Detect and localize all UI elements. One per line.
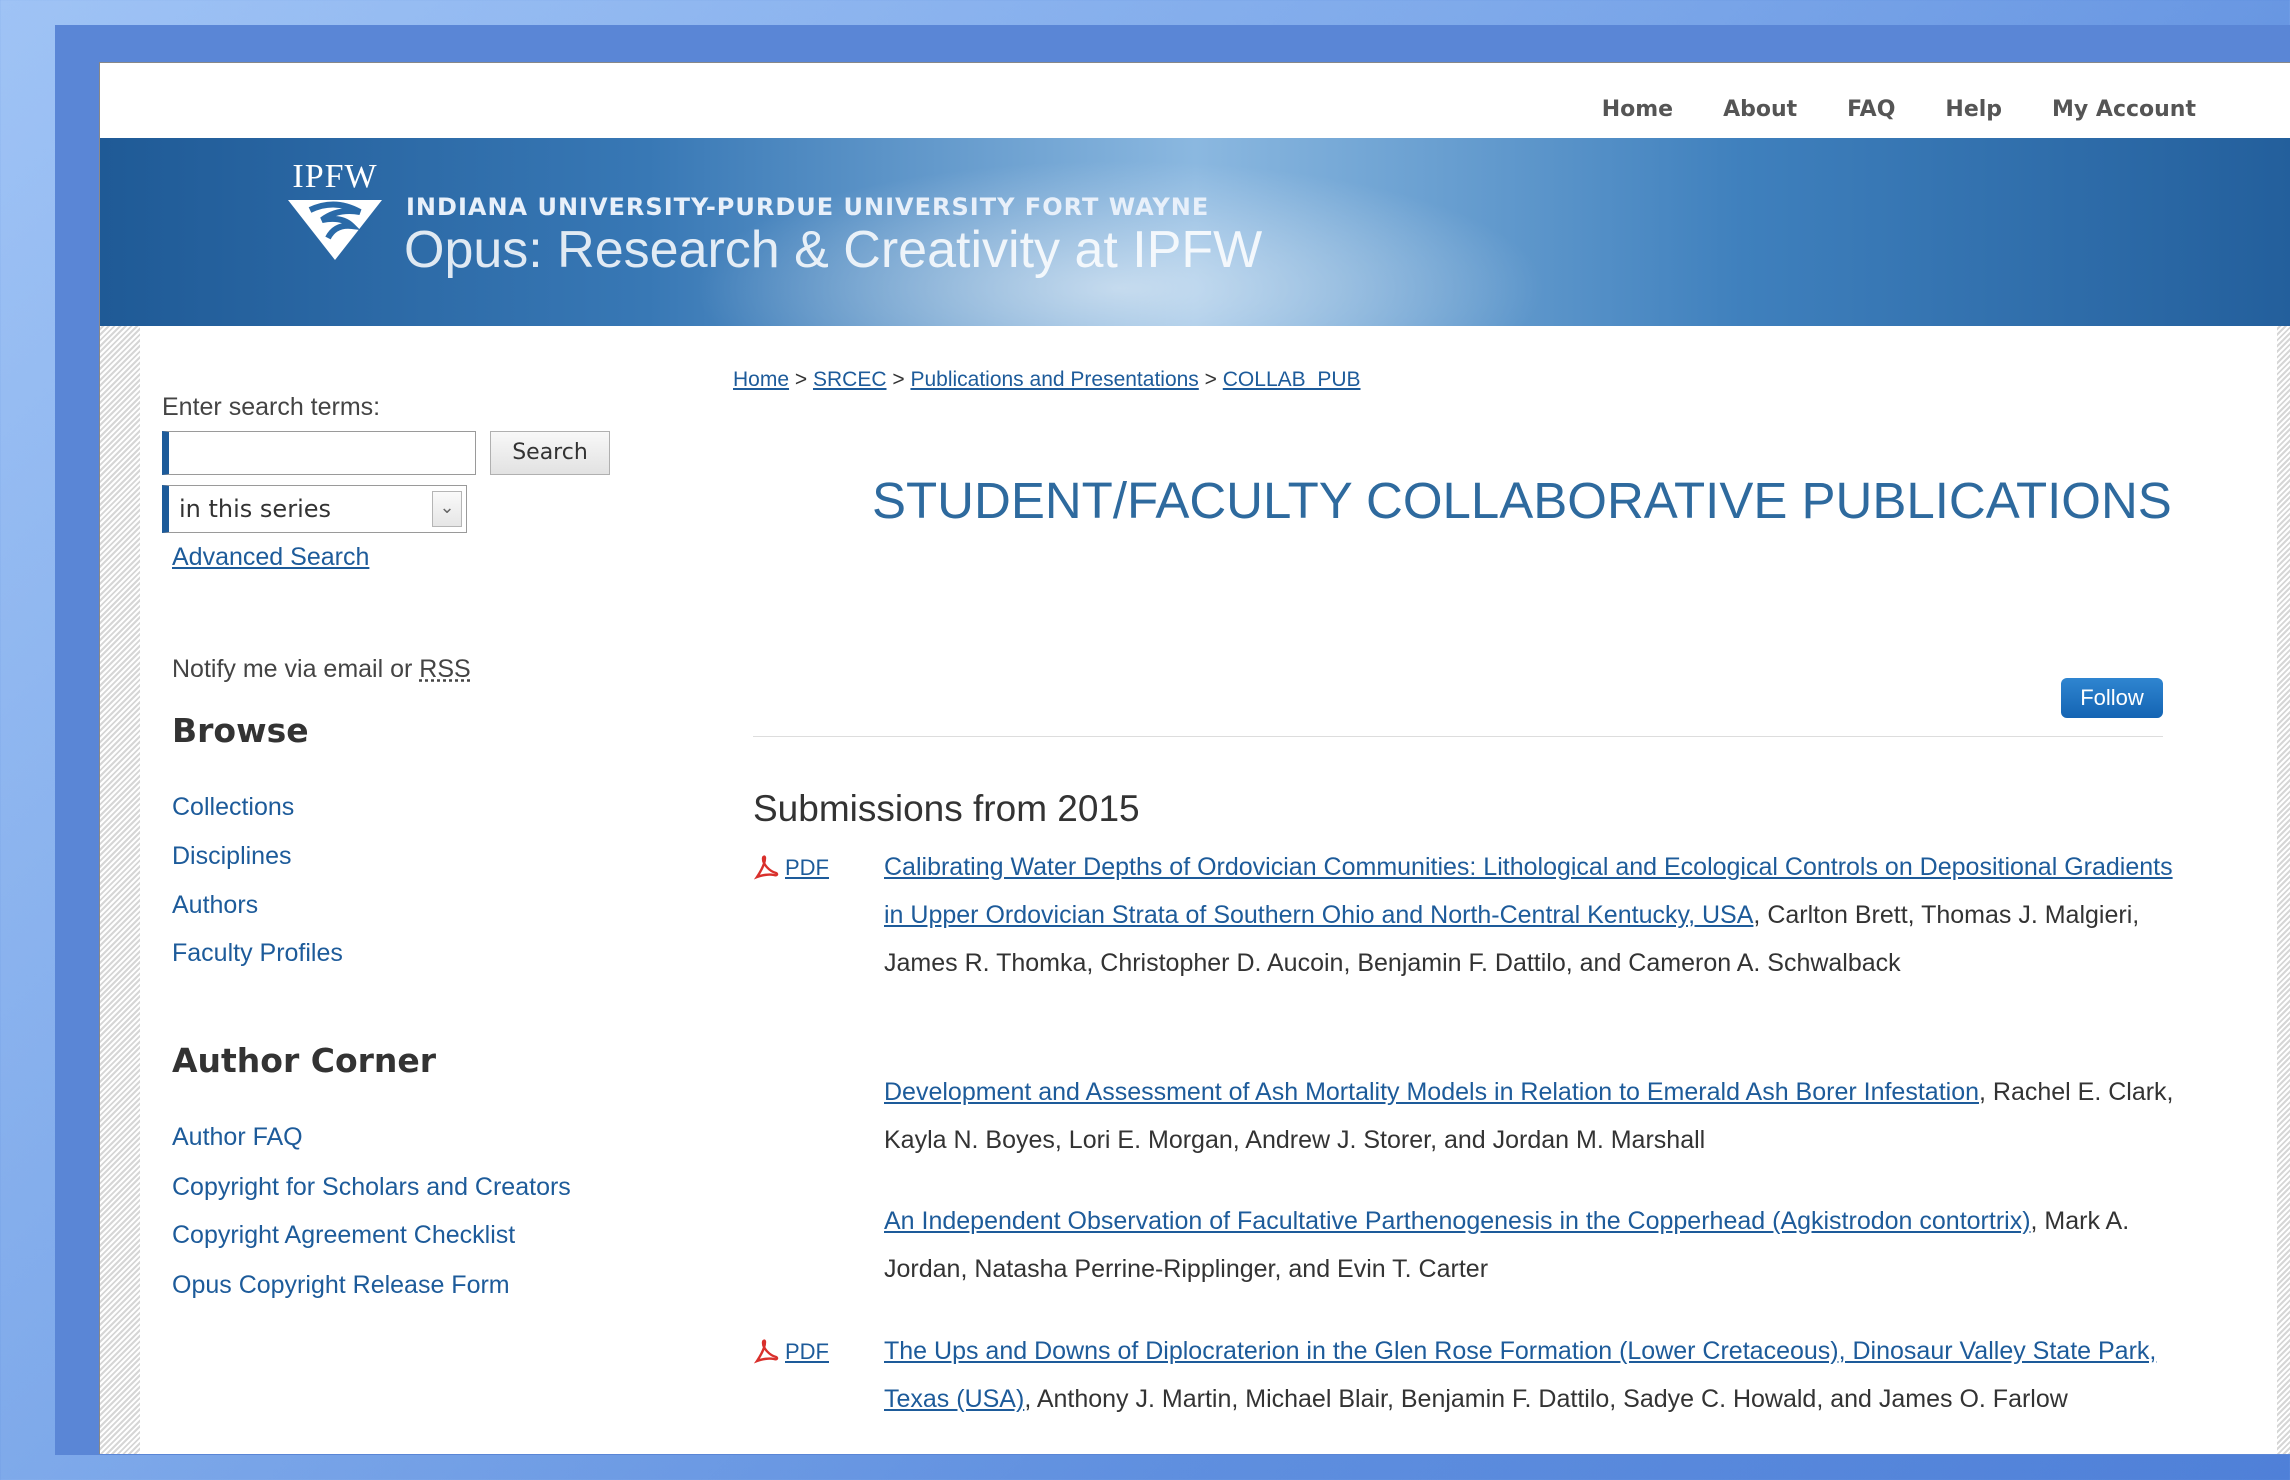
advanced-search-link[interactable]: Advanced Search	[172, 543, 369, 572]
list-item: An Independent Observation of Facultativ…	[884, 1197, 2174, 1293]
author-faq-link[interactable]: Author FAQ	[172, 1123, 303, 1152]
search-button[interactable]: Search	[490, 431, 610, 475]
divider	[753, 736, 2163, 737]
browser-page: Home About FAQ Help My Account IPFW INDI…	[99, 62, 2290, 1454]
nav-home[interactable]: Home	[1602, 97, 1673, 122]
search-scope-value: in this series	[179, 495, 332, 523]
list-item: Development and Assessment of Ash Mortal…	[884, 1068, 2174, 1164]
pdf-link[interactable]: PDF	[753, 855, 829, 881]
entry-authors: , Anthony J. Martin, Michael Blair, Benj…	[1024, 1385, 2068, 1413]
left-decorative-border	[100, 325, 140, 1454]
breadcrumb-collab-pub[interactable]: COLLAB_PUB	[1223, 368, 1361, 391]
rss-link[interactable]: RSS	[419, 655, 470, 683]
chevron-down-icon[interactable]: ⌄	[432, 491, 462, 527]
copyright-release-form-link[interactable]: Opus Copyright Release Form	[172, 1271, 510, 1300]
browse-authors[interactable]: Authors	[172, 891, 258, 920]
top-navigation: Home About FAQ Help My Account	[1602, 97, 2196, 122]
right-decorative-border	[2277, 325, 2290, 1454]
list-item: Calibrating Water Depths of Ordovician C…	[884, 843, 2174, 987]
ipfw-logo[interactable]: IPFW	[280, 158, 390, 268]
site-banner[interactable]: IPFW INDIANA UNIVERSITY-PURDUE UNIVERSIT…	[100, 138, 2290, 326]
section-heading: Submissions from 2015	[753, 788, 1140, 829]
breadcrumb-home[interactable]: Home	[733, 368, 789, 391]
entry-title-link[interactable]: Development and Assessment of Ash Mortal…	[884, 1078, 1979, 1106]
browse-collections[interactable]: Collections	[172, 793, 294, 822]
copyright-checklist-link[interactable]: Copyright Agreement Checklist	[172, 1221, 515, 1250]
browse-disciplines[interactable]: Disciplines	[172, 842, 291, 871]
entry-title-link[interactable]: An Independent Observation of Facultativ…	[884, 1207, 2031, 1235]
repository-title: Opus: Research & Creativity at IPFW	[404, 221, 1263, 279]
nav-about[interactable]: About	[1723, 97, 1797, 122]
page-title: STUDENT/FACULTY COLLABORATIVE PUBLICATIO…	[872, 472, 2172, 529]
breadcrumb-srcec[interactable]: SRCEC	[813, 368, 887, 391]
search-input[interactable]	[162, 431, 476, 475]
nav-faq[interactable]: FAQ	[1847, 97, 1895, 122]
pdf-icon	[753, 855, 779, 880]
university-name: INDIANA UNIVERSITY-PURDUE UNIVERSITY FOR…	[406, 193, 1210, 221]
follow-button[interactable]: Follow	[2061, 678, 2163, 718]
author-corner-heading: Author Corner	[172, 1041, 437, 1080]
browse-faculty-profiles[interactable]: Faculty Profiles	[172, 939, 343, 968]
breadcrumb: Home > SRCEC > Publications and Presenta…	[733, 368, 1361, 391]
pdf-link[interactable]: PDF	[753, 1339, 829, 1365]
breadcrumb-publications[interactable]: Publications and Presentations	[910, 368, 1198, 391]
copyright-scholars-link[interactable]: Copyright for Scholars and Creators	[172, 1173, 571, 1202]
list-item: The Ups and Downs of Diplocraterion in t…	[884, 1327, 2174, 1423]
search-scope-select[interactable]: in this series ⌄	[162, 485, 467, 533]
nav-my-account[interactable]: My Account	[2052, 97, 2196, 122]
browse-heading: Browse	[172, 711, 309, 750]
nav-help[interactable]: Help	[1945, 97, 2002, 122]
pdf-icon	[753, 1339, 779, 1364]
search-label: Enter search terms:	[162, 393, 381, 421]
notify-text: Notify me via email or RSS	[172, 655, 471, 683]
ipfw-emblem-icon	[288, 200, 382, 260]
